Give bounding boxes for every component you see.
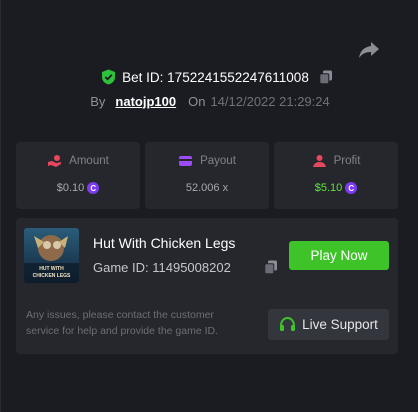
shield-check-icon — [102, 69, 116, 85]
copy-icon[interactable] — [264, 260, 278, 275]
stats-panel: Amount $0.10 C Payout 52.006 x Profit $5… — [16, 142, 398, 209]
author-row: By natojp100 On 14/12/2022 21:29:24 — [1, 92, 418, 110]
support-notice: Any issues, please contact the customer … — [26, 309, 219, 337]
stat-payout: Payout 52.006 x — [145, 142, 269, 209]
live-support-label: Live Support — [302, 317, 378, 332]
stat-label: Profit — [333, 155, 361, 167]
hand-coin-icon — [48, 155, 62, 167]
payout-value: 52.006 x — [185, 182, 229, 194]
stat-amount: Amount $0.10 C — [16, 142, 140, 209]
stat-profit: Profit $5.10 C — [274, 142, 398, 209]
bet-details-modal: Bet ID: 1752241552247611008 By natojp100… — [0, 0, 418, 412]
wallet-icon — [179, 156, 193, 166]
svg-text:CHICKEN LEGS: CHICKEN LEGS — [33, 273, 71, 279]
profit-value: $5.10 — [314, 182, 343, 194]
stat-value: $0.10 C — [57, 182, 100, 194]
stat-value: $5.10 C — [315, 182, 358, 194]
stat-label: Amount — [69, 155, 109, 167]
share-icon[interactable] — [358, 40, 380, 60]
stat-label: Payout — [200, 155, 236, 167]
bet-id: Bet ID: 1752241552247611008 — [122, 69, 309, 85]
on-label: On — [188, 93, 206, 109]
live-support-button[interactable]: Live Support — [268, 309, 389, 340]
stat-value: 52.006 x — [186, 182, 228, 194]
game-card: HUT WITH CHICKEN LEGS Hut With Chicken L… — [16, 218, 398, 354]
game-id: Game ID: 11495008202 — [93, 260, 231, 275]
headset-icon — [280, 316, 296, 331]
by-label: By — [90, 93, 106, 109]
username-link[interactable]: natojp100 — [115, 94, 176, 109]
play-now-button[interactable]: Play Now — [289, 241, 389, 270]
user-coin-icon — [312, 155, 326, 167]
bet-datetime: 14/12/2022 21:29:24 — [210, 93, 330, 109]
svg-text:HUT WITH: HUT WITH — [39, 266, 64, 272]
amount-value: $0.10 — [56, 182, 85, 194]
game-thumbnail[interactable]: HUT WITH CHICKEN LEGS — [24, 228, 79, 283]
copy-icon[interactable] — [319, 70, 333, 85]
bet-id-row: Bet ID: 1752241552247611008 — [1, 67, 418, 87]
coin-icon: C — [87, 182, 100, 194]
coin-icon: C — [345, 182, 358, 194]
game-title: Hut With Chicken Legs — [93, 235, 236, 251]
